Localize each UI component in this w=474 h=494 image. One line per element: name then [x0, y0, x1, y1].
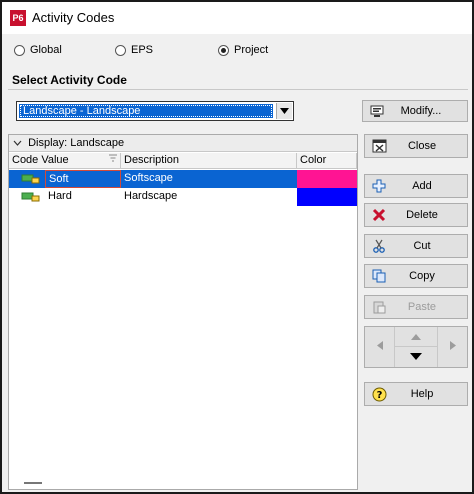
cut-button[interactable]: Cut	[364, 234, 468, 258]
delete-x-icon	[371, 207, 387, 223]
copy-icon	[371, 268, 387, 284]
column-header-color[interactable]: Color	[297, 153, 357, 169]
radio-project[interactable]: Project	[218, 44, 268, 56]
paste-label: Paste	[407, 301, 437, 313]
move-right-button[interactable]	[437, 327, 467, 367]
column-header-code-value-label: Code Value	[12, 154, 69, 166]
description-cell[interactable]: Softscape	[121, 170, 299, 188]
column-header-description[interactable]: Description	[121, 153, 297, 169]
activity-code-dropdown[interactable]: Landscape - Landscape	[16, 101, 294, 121]
close-button[interactable]: Close	[364, 134, 468, 158]
close-icon	[371, 138, 387, 154]
radio-eps-indicator[interactable]	[115, 44, 126, 56]
add-label: Add	[412, 180, 432, 192]
scope-radio-group: Global EPS Project	[2, 38, 472, 64]
title-bar: P6 Activity Codes	[2, 2, 472, 34]
modify-label: Modify...	[400, 105, 442, 117]
cut-label: Cut	[413, 240, 431, 252]
copy-label: Copy	[409, 270, 435, 282]
move-up-button[interactable]	[395, 327, 437, 347]
radio-project-label: Project	[234, 44, 269, 56]
radio-global-label: Global	[30, 44, 62, 56]
window-title: Activity Codes	[32, 10, 115, 25]
radio-eps[interactable]: EPS	[115, 44, 153, 56]
p6-app-icon: P6	[10, 10, 26, 26]
arrow-down-icon	[410, 351, 422, 363]
modify-button[interactable]: Modify...	[362, 100, 468, 122]
column-header-code-value[interactable]: Code Value	[9, 153, 121, 169]
arrow-up-icon	[411, 331, 421, 343]
description-cell[interactable]: Hardscape	[121, 188, 299, 206]
move-down-button[interactable]	[395, 347, 437, 367]
scissors-icon	[371, 238, 387, 254]
close-label: Close	[407, 140, 437, 152]
help-label: Help	[410, 388, 434, 400]
resize-grip[interactable]	[24, 482, 42, 484]
sort-icon[interactable]	[109, 154, 117, 167]
code-values-grid: Display: Landscape Code Value Descriptio…	[8, 134, 358, 490]
add-button[interactable]: Add	[364, 174, 468, 198]
help-button[interactable]: ? Help	[364, 382, 468, 406]
code-value-cell[interactable]: Soft	[45, 170, 121, 188]
radio-global-indicator[interactable]	[14, 44, 25, 56]
activity-code-dropdown-value[interactable]: Landscape - Landscape	[19, 104, 273, 118]
activity-code-value-icon	[21, 191, 41, 203]
help-question-icon: ?	[371, 386, 387, 402]
color-swatch[interactable]	[297, 188, 357, 206]
display-bar[interactable]: Display: Landscape	[9, 135, 357, 152]
move-arrows-pad	[364, 326, 468, 368]
activity-code-value-icon	[21, 173, 41, 185]
svg-text:?: ?	[376, 390, 382, 401]
radio-eps-label: EPS	[131, 44, 154, 56]
modify-icon	[369, 103, 385, 119]
paste-icon	[371, 299, 387, 315]
code-value-cell[interactable]: Hard	[45, 188, 121, 206]
table-row[interactable]: Soft Softscape	[9, 170, 357, 188]
table-row[interactable]: Hard Hardscape	[9, 188, 357, 206]
arrow-left-icon	[376, 341, 383, 353]
dropdown-arrow-icon[interactable]	[276, 103, 292, 119]
move-left-button[interactable]	[365, 327, 395, 367]
delete-button[interactable]: Delete	[364, 203, 468, 227]
delete-label: Delete	[406, 209, 438, 221]
color-swatch[interactable]	[297, 170, 357, 188]
display-label: Display: Landscape	[28, 137, 125, 149]
select-activity-code-heading: Select Activity Code	[8, 70, 468, 90]
radio-project-indicator[interactable]	[218, 44, 229, 56]
arrow-right-icon	[449, 341, 456, 353]
activity-codes-dialog: P6 Activity Codes Global EPS Project Sel…	[0, 0, 474, 494]
plus-icon	[371, 178, 387, 194]
radio-global[interactable]: Global	[14, 44, 62, 56]
copy-button[interactable]: Copy	[364, 264, 468, 288]
paste-button[interactable]: Paste	[364, 295, 468, 319]
collapse-chevron-icon[interactable]	[13, 137, 28, 149]
